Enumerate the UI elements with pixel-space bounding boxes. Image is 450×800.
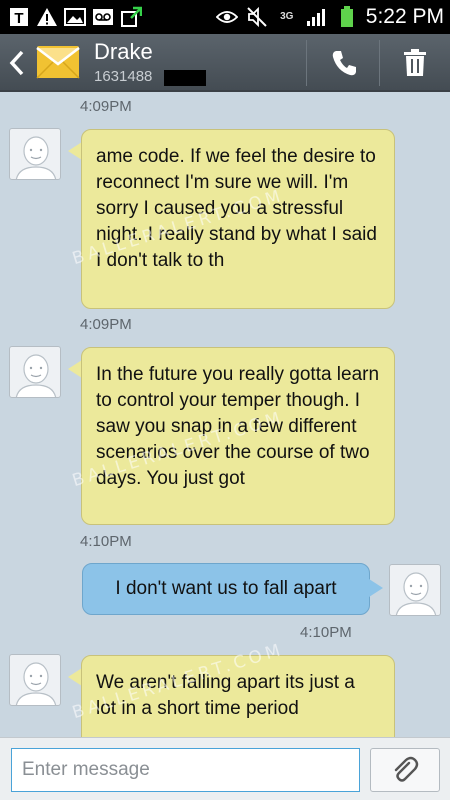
avatar-icon [15,354,57,397]
back-button[interactable] [8,50,26,76]
network-type: 3G [280,11,294,22]
message-timestamp: 4:10PM [300,624,352,641]
svg-text:T: T [14,10,23,27]
bubble-tail [68,668,82,686]
contact-number: 1631488 [94,68,153,85]
contact-avatar [9,654,61,706]
contact-avatar [9,346,61,398]
message-composer [0,737,450,800]
message-thread[interactable]: 4:09PM ame code. If we feel the desire t… [0,92,450,737]
message-timestamp: 4:10PM [80,533,132,550]
message-timestamp: 4:09PM [80,98,132,115]
avatar-icon [395,572,437,615]
user-avatar [389,564,441,616]
upload-icon [120,6,142,28]
phone-icon [332,51,356,76]
t-mobile-icon: T [8,6,30,28]
bubble-tail [68,142,82,160]
header-divider [306,40,307,86]
avatar-icon [15,136,57,179]
paperclip-icon [394,756,419,782]
contact-name: Drake [94,39,153,64]
message-input[interactable] [11,748,360,792]
message-bubble-incoming[interactable]: In the future you really gotta learn to … [81,347,395,525]
header-divider [379,40,380,86]
bubble-tail [68,360,82,378]
call-button[interactable] [316,42,372,84]
trash-icon [404,49,426,76]
delete-button[interactable] [387,42,443,84]
status-bar: T 3G 5:22 PM [0,0,450,34]
warning-icon [36,6,58,28]
message-bubble-outgoing[interactable]: I don't want us to fall apart [82,563,370,615]
voicemail-icon [92,6,114,28]
status-bar-right: 3G 5:22 PM [215,4,444,30]
status-bar-left: T [8,4,142,30]
status-time: 5:22 PM [365,5,444,28]
conversation-header: Drake 1631488 [0,34,450,92]
message-timestamp: 4:09PM [80,316,132,333]
signal-icon [306,6,328,28]
bubble-tail [369,579,383,597]
back-icon [9,50,24,76]
contact-avatar [9,128,61,180]
avatar-icon [15,662,57,705]
attach-button[interactable] [370,748,440,792]
eye-icon [215,6,238,28]
message-bubble-incoming[interactable]: ame code. If we feel the desire to recon… [81,129,395,309]
message-bubble-incoming[interactable]: We aren't falling apart its just a lot i… [81,655,395,737]
gallery-icon [64,6,86,28]
battery-icon [336,6,358,28]
mute-icon [246,6,268,28]
envelope-icon [36,42,80,82]
redaction-bar [164,70,206,86]
